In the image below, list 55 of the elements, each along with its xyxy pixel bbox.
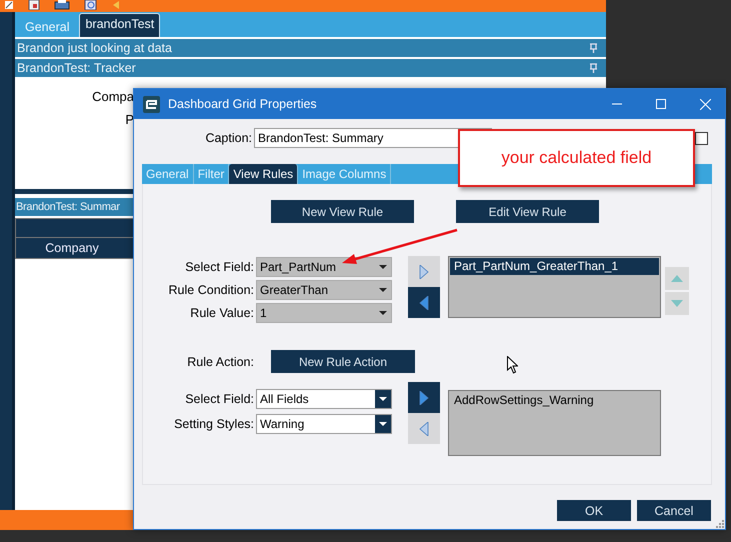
pin-icon xyxy=(589,63,598,73)
close-icon xyxy=(700,98,711,110)
field-label: Rule Value: xyxy=(190,305,254,322)
preview-icon xyxy=(84,0,98,10)
down-triangle-icon xyxy=(671,300,683,307)
caret-icon xyxy=(379,265,387,269)
mouse-cursor-icon xyxy=(507,356,518,374)
dropdown[interactable]: All Fields xyxy=(256,389,392,409)
caption-label: Caption: xyxy=(204,131,252,145)
pin-icon xyxy=(589,43,598,53)
field-label: Rule Condition: xyxy=(168,282,254,299)
field-label: Rule Action: xyxy=(186,354,254,368)
pencil-icon xyxy=(4,0,14,10)
move-down-button[interactable] xyxy=(665,292,689,315)
field-label: Select Field: xyxy=(185,259,254,276)
caret-icon xyxy=(379,397,387,401)
dialog-button[interactable]: OK xyxy=(557,500,631,521)
rule-button[interactable]: New View Rule xyxy=(271,200,414,223)
left-triangle-icon xyxy=(419,422,429,436)
move-up-button[interactable] xyxy=(665,267,689,290)
annotation-callout: your calculated field xyxy=(458,129,695,187)
panel-title: Brandon just looking at data xyxy=(17,41,172,55)
up-triangle-icon xyxy=(671,275,683,282)
printer-icon xyxy=(54,0,70,10)
tab[interactable]: brandonTest xyxy=(79,13,160,37)
window-title: Dashboard Grid Properties xyxy=(168,97,317,111)
field-label: Compa xyxy=(92,89,134,104)
right-triangle-icon xyxy=(419,264,429,278)
move-button[interactable] xyxy=(408,256,440,287)
caret-icon xyxy=(379,311,387,315)
left-triangle-icon xyxy=(419,296,429,310)
new-rule-action-button[interactable]: New Rule Action xyxy=(271,350,415,373)
tab[interactable]: View Rules xyxy=(229,164,298,184)
dropdown[interactable]: Warning xyxy=(256,414,392,434)
list-item[interactable]: AddRowSettings_Warning xyxy=(450,392,659,409)
right-triangle-icon xyxy=(419,390,429,404)
panel-title: BrandonTest: Summar xyxy=(16,201,120,213)
rule-button[interactable]: Edit View Rule xyxy=(456,200,599,223)
maximize-icon xyxy=(656,98,666,108)
field-label: Setting Styles: xyxy=(174,416,254,433)
list-item[interactable]: Part_PartNum_GreaterThan_1 xyxy=(450,258,659,275)
dialog-button[interactable]: Cancel xyxy=(637,500,711,521)
checkbox[interactable] xyxy=(695,132,708,144)
app-logo-icon xyxy=(143,96,160,112)
move-button[interactable] xyxy=(408,287,440,318)
document-icon xyxy=(28,0,40,10)
resize-grip-icon xyxy=(716,520,724,528)
field-label: P xyxy=(125,112,134,127)
caret-icon xyxy=(379,422,387,426)
move-button[interactable] xyxy=(408,382,440,413)
panel-title: BrandonTest: Tracker xyxy=(17,61,136,75)
caret-icon xyxy=(379,288,387,292)
field-label: Select Field: xyxy=(185,391,254,408)
column-header[interactable]: Company xyxy=(16,241,128,255)
move-button[interactable] xyxy=(408,413,440,444)
